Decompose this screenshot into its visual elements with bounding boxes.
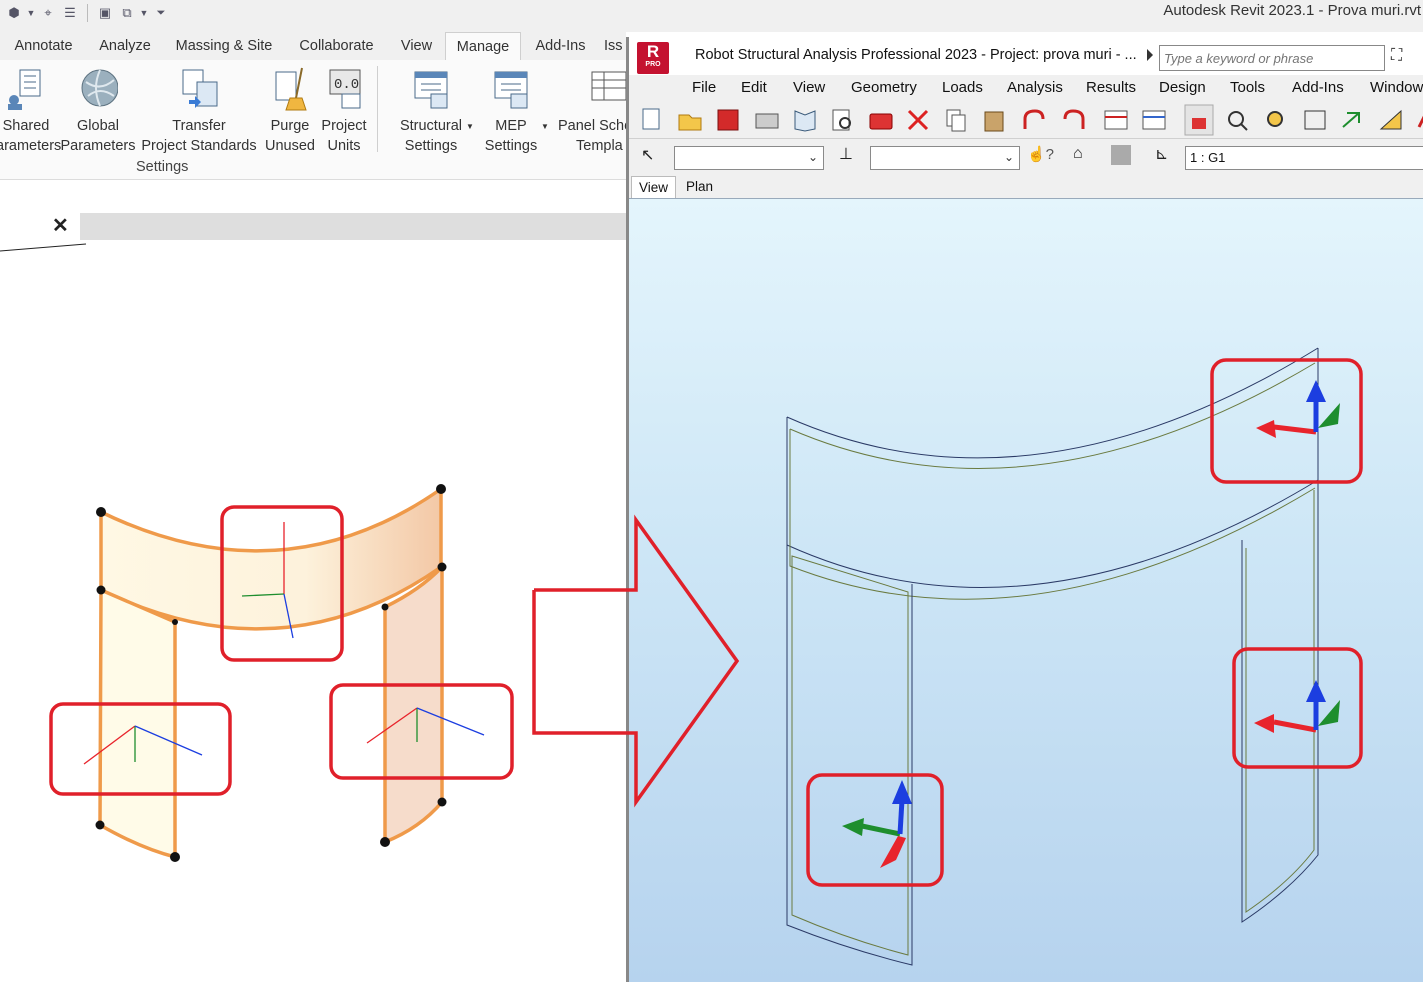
- pencil-icon[interactable]: [1417, 113, 1423, 128]
- node-selection-dropdown[interactable]: ⌄: [674, 146, 824, 170]
- menu-add-ins[interactable]: Add-Ins: [1292, 79, 1344, 96]
- search-expand-icon[interactable]: [1147, 49, 1153, 61]
- menu-view[interactable]: View: [793, 79, 825, 96]
- bar-selection-dropdown[interactable]: ⌄: [870, 146, 1020, 170]
- book-icon[interactable]: [794, 110, 816, 132]
- tab-plan[interactable]: Plan: [679, 176, 720, 198]
- tab-view[interactable]: View: [631, 176, 677, 198]
- bar-selection-icon[interactable]: ⊥: [839, 144, 853, 164]
- redo-icon[interactable]: [1063, 109, 1085, 129]
- copy-icon: [951, 114, 966, 132]
- toolbar-icons: [642, 104, 1423, 136]
- undo-icon[interactable]: [1023, 109, 1045, 129]
- node-selection-icon[interactable]: ↖: [641, 145, 654, 165]
- menu-loads[interactable]: Loads: [942, 79, 983, 96]
- menu-design[interactable]: Design: [1159, 79, 1206, 96]
- measure-icon[interactable]: [1379, 109, 1402, 130]
- display-icon[interactable]: [1111, 145, 1131, 165]
- lock-icon: [1192, 118, 1206, 129]
- menu-results[interactable]: Results: [1086, 79, 1136, 96]
- menu-tools[interactable]: Tools: [1230, 79, 1265, 96]
- rotate-view-icon[interactable]: [1342, 112, 1360, 128]
- robot-view-tabs: View Plan: [629, 174, 1423, 198]
- paste-icon[interactable]: [984, 111, 1004, 132]
- calculation-icon[interactable]: [1142, 110, 1166, 130]
- zoom-window-icon[interactable]: [1267, 111, 1283, 127]
- chevron-down-icon: ⌄: [807, 150, 818, 164]
- menu-geometry[interactable]: Geometry: [851, 79, 917, 96]
- delete-icon[interactable]: [907, 109, 929, 131]
- camera-icon[interactable]: [869, 113, 893, 130]
- robot-menu-bar: File Edit View Geometry Loads Analysis R…: [629, 77, 1423, 101]
- new-file-icon[interactable]: [642, 108, 660, 130]
- arrow-annotation: [532, 588, 626, 735]
- view-plane-icon[interactable]: ⊾: [1155, 144, 1168, 164]
- robot-3d-viewport[interactable]: [629, 198, 1423, 982]
- keyword-search-input[interactable]: [1159, 45, 1385, 71]
- pan-icon[interactable]: [1304, 110, 1326, 130]
- revit-wall-model: [0, 243, 626, 862]
- logo-badge: PRO: [645, 61, 661, 68]
- menu-analysis[interactable]: Analysis: [1007, 79, 1063, 96]
- selection-help-icon[interactable]: ☝?: [1027, 145, 1054, 163]
- menu-file[interactable]: File: [692, 79, 716, 96]
- view-edge-line: [0, 243, 87, 252]
- open-folder-icon[interactable]: [678, 114, 702, 131]
- robot-app-logo: R PRO: [637, 42, 669, 74]
- table-icon[interactable]: [1104, 110, 1128, 130]
- menu-edit[interactable]: Edit: [741, 79, 767, 96]
- left-wall[interactable]: [98, 587, 177, 860]
- print-icon[interactable]: [755, 113, 779, 129]
- menu-window[interactable]: Window: [1370, 79, 1423, 96]
- robot-selection-toolbar: ↖ ⌄ ⊥ ⌄ ☝? ⌂ ⊾ 1 : G1: [629, 140, 1423, 174]
- zoom-handle: [1240, 123, 1248, 131]
- structure-view-icon[interactable]: ⌂: [1073, 145, 1083, 163]
- logo-letter: R: [646, 42, 660, 61]
- right-wall[interactable]: [383, 562, 444, 845]
- chevron-down-icon: ⌄: [1003, 150, 1014, 164]
- robot-standard-toolbar: [629, 101, 1423, 139]
- view-name-field[interactable]: 1 : G1: [1185, 146, 1423, 170]
- robot-title-bar: R PRO Robot Structural Analysis Professi…: [629, 37, 1423, 75]
- binoculars-search-icon[interactable]: ⛶: [1391, 47, 1402, 65]
- zoom-icon[interactable]: [1228, 111, 1244, 127]
- revit-window-title: Autodesk Revit 2023.1 - Prova muri.rvt: [1163, 2, 1421, 19]
- robot-window: R PRO Robot Structural Analysis Professi…: [626, 37, 1423, 982]
- save-icon[interactable]: [717, 109, 739, 131]
- robot-window-title: Robot Structural Analysis Professional 2…: [695, 47, 1137, 63]
